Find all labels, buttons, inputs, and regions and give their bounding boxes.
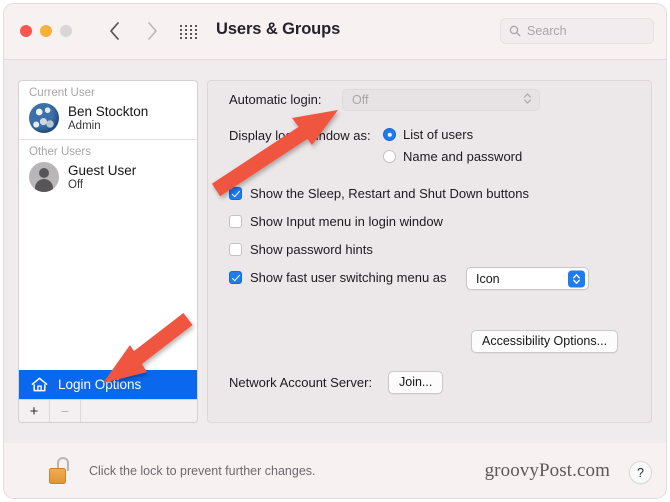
checkbox-fast-user-switching[interactable]: Show fast user switching menu as	[229, 270, 447, 285]
avatar	[29, 162, 59, 192]
radio-label: List of users	[403, 127, 474, 142]
avatar	[29, 103, 59, 133]
checkbox[interactable]	[229, 187, 242, 200]
checkbox[interactable]	[229, 215, 242, 228]
network-account-server-label: Network Account Server:	[229, 375, 373, 390]
search-icon	[509, 25, 521, 37]
add-user-button[interactable]: +	[19, 400, 50, 422]
forward-button[interactable]	[143, 20, 161, 42]
radio-button[interactable]	[383, 150, 396, 163]
search-placeholder: Search	[527, 24, 567, 38]
login-options-pane: Automatic login: Off Display login windo…	[207, 80, 652, 423]
sidebar-group-header-current: Current User	[29, 87, 95, 99]
user-name: Guest User	[68, 162, 137, 178]
window-controls	[20, 25, 72, 37]
close-button[interactable]	[20, 25, 32, 37]
unlocked-padlock-icon[interactable]	[49, 457, 71, 484]
sidebar-toolbar: + −	[19, 399, 197, 422]
window-titlebar: Users & Groups Search	[4, 4, 666, 60]
sidebar-item-ben-stockton[interactable]: Ben Stockton Admin	[19, 101, 197, 139]
sidebar-item-label: Login Options	[58, 377, 142, 392]
window-bottom-bar: Click the lock to prevent further change…	[4, 443, 666, 498]
zoom-button[interactable]	[60, 25, 72, 37]
minimize-button[interactable]	[40, 25, 52, 37]
help-button[interactable]: ?	[629, 461, 652, 484]
navigation-buttons	[105, 20, 161, 42]
search-input[interactable]: Search	[500, 18, 654, 44]
users-sidebar: Current User Ben Stockton Admin Other Us…	[18, 80, 198, 423]
checkbox-label: Show Input menu in login window	[250, 214, 443, 229]
network-account-server-row: Network Account Server:	[229, 375, 372, 390]
checkbox-label: Show the Sleep, Restart and Shut Down bu…	[250, 186, 529, 201]
checkbox[interactable]	[229, 243, 242, 256]
fast-user-switching-value: Icon	[476, 271, 500, 286]
sidebar-group-header-other: Other Users	[29, 146, 91, 158]
checkbox-label: Show password hints	[250, 242, 373, 257]
window-content: Current User Ben Stockton Admin Other Us…	[4, 60, 666, 443]
chevron-updown-icon	[568, 270, 585, 287]
checkbox-show-shutdown-buttons[interactable]: Show the Sleep, Restart and Shut Down bu…	[229, 186, 529, 201]
join-button[interactable]: Join...	[388, 371, 444, 394]
user-name: Ben Stockton	[68, 103, 149, 119]
watermark: groovyPost.com	[484, 460, 610, 481]
display-login-window-row: Display login window as:	[229, 128, 371, 143]
lock-hint-text: Click the lock to prevent further change…	[89, 464, 316, 478]
radio-name-and-password[interactable]: Name and password	[383, 149, 522, 164]
automatic-login-row: Automatic login:	[229, 92, 322, 107]
automatic-login-value: Off	[352, 93, 369, 107]
automatic-login-label: Automatic login:	[229, 92, 322, 107]
user-status: Off	[68, 178, 84, 191]
checkbox-show-input-menu[interactable]: Show Input menu in login window	[229, 214, 443, 229]
radio-label: Name and password	[403, 149, 523, 164]
radio-list-of-users[interactable]: List of users	[383, 127, 473, 142]
chevron-updown-icon	[523, 92, 532, 109]
user-status: Admin	[68, 119, 101, 132]
sidebar-item-guest-user[interactable]: Guest User Off	[19, 160, 197, 198]
checkbox[interactable]	[229, 271, 242, 284]
automatic-login-dropdown[interactable]: Off	[342, 89, 540, 111]
remove-user-button: −	[50, 400, 81, 422]
back-button[interactable]	[105, 20, 123, 42]
sidebar-item-login-options[interactable]: Login Options	[19, 370, 197, 399]
home-icon	[31, 377, 48, 392]
radio-button[interactable]	[383, 128, 396, 141]
accessibility-options-button[interactable]: Accessibility Options...	[471, 330, 619, 353]
preferences-window: Users & Groups Search Current User Ben S…	[4, 4, 666, 498]
fast-user-switching-dropdown[interactable]: Icon	[466, 267, 589, 290]
show-all-grid-icon[interactable]	[180, 25, 198, 39]
page-title: Users & Groups	[216, 20, 341, 38]
checkbox-show-password-hints[interactable]: Show password hints	[229, 242, 373, 257]
checkbox-label: Show fast user switching menu as	[250, 270, 447, 285]
display-login-window-label: Display login window as:	[229, 128, 371, 143]
